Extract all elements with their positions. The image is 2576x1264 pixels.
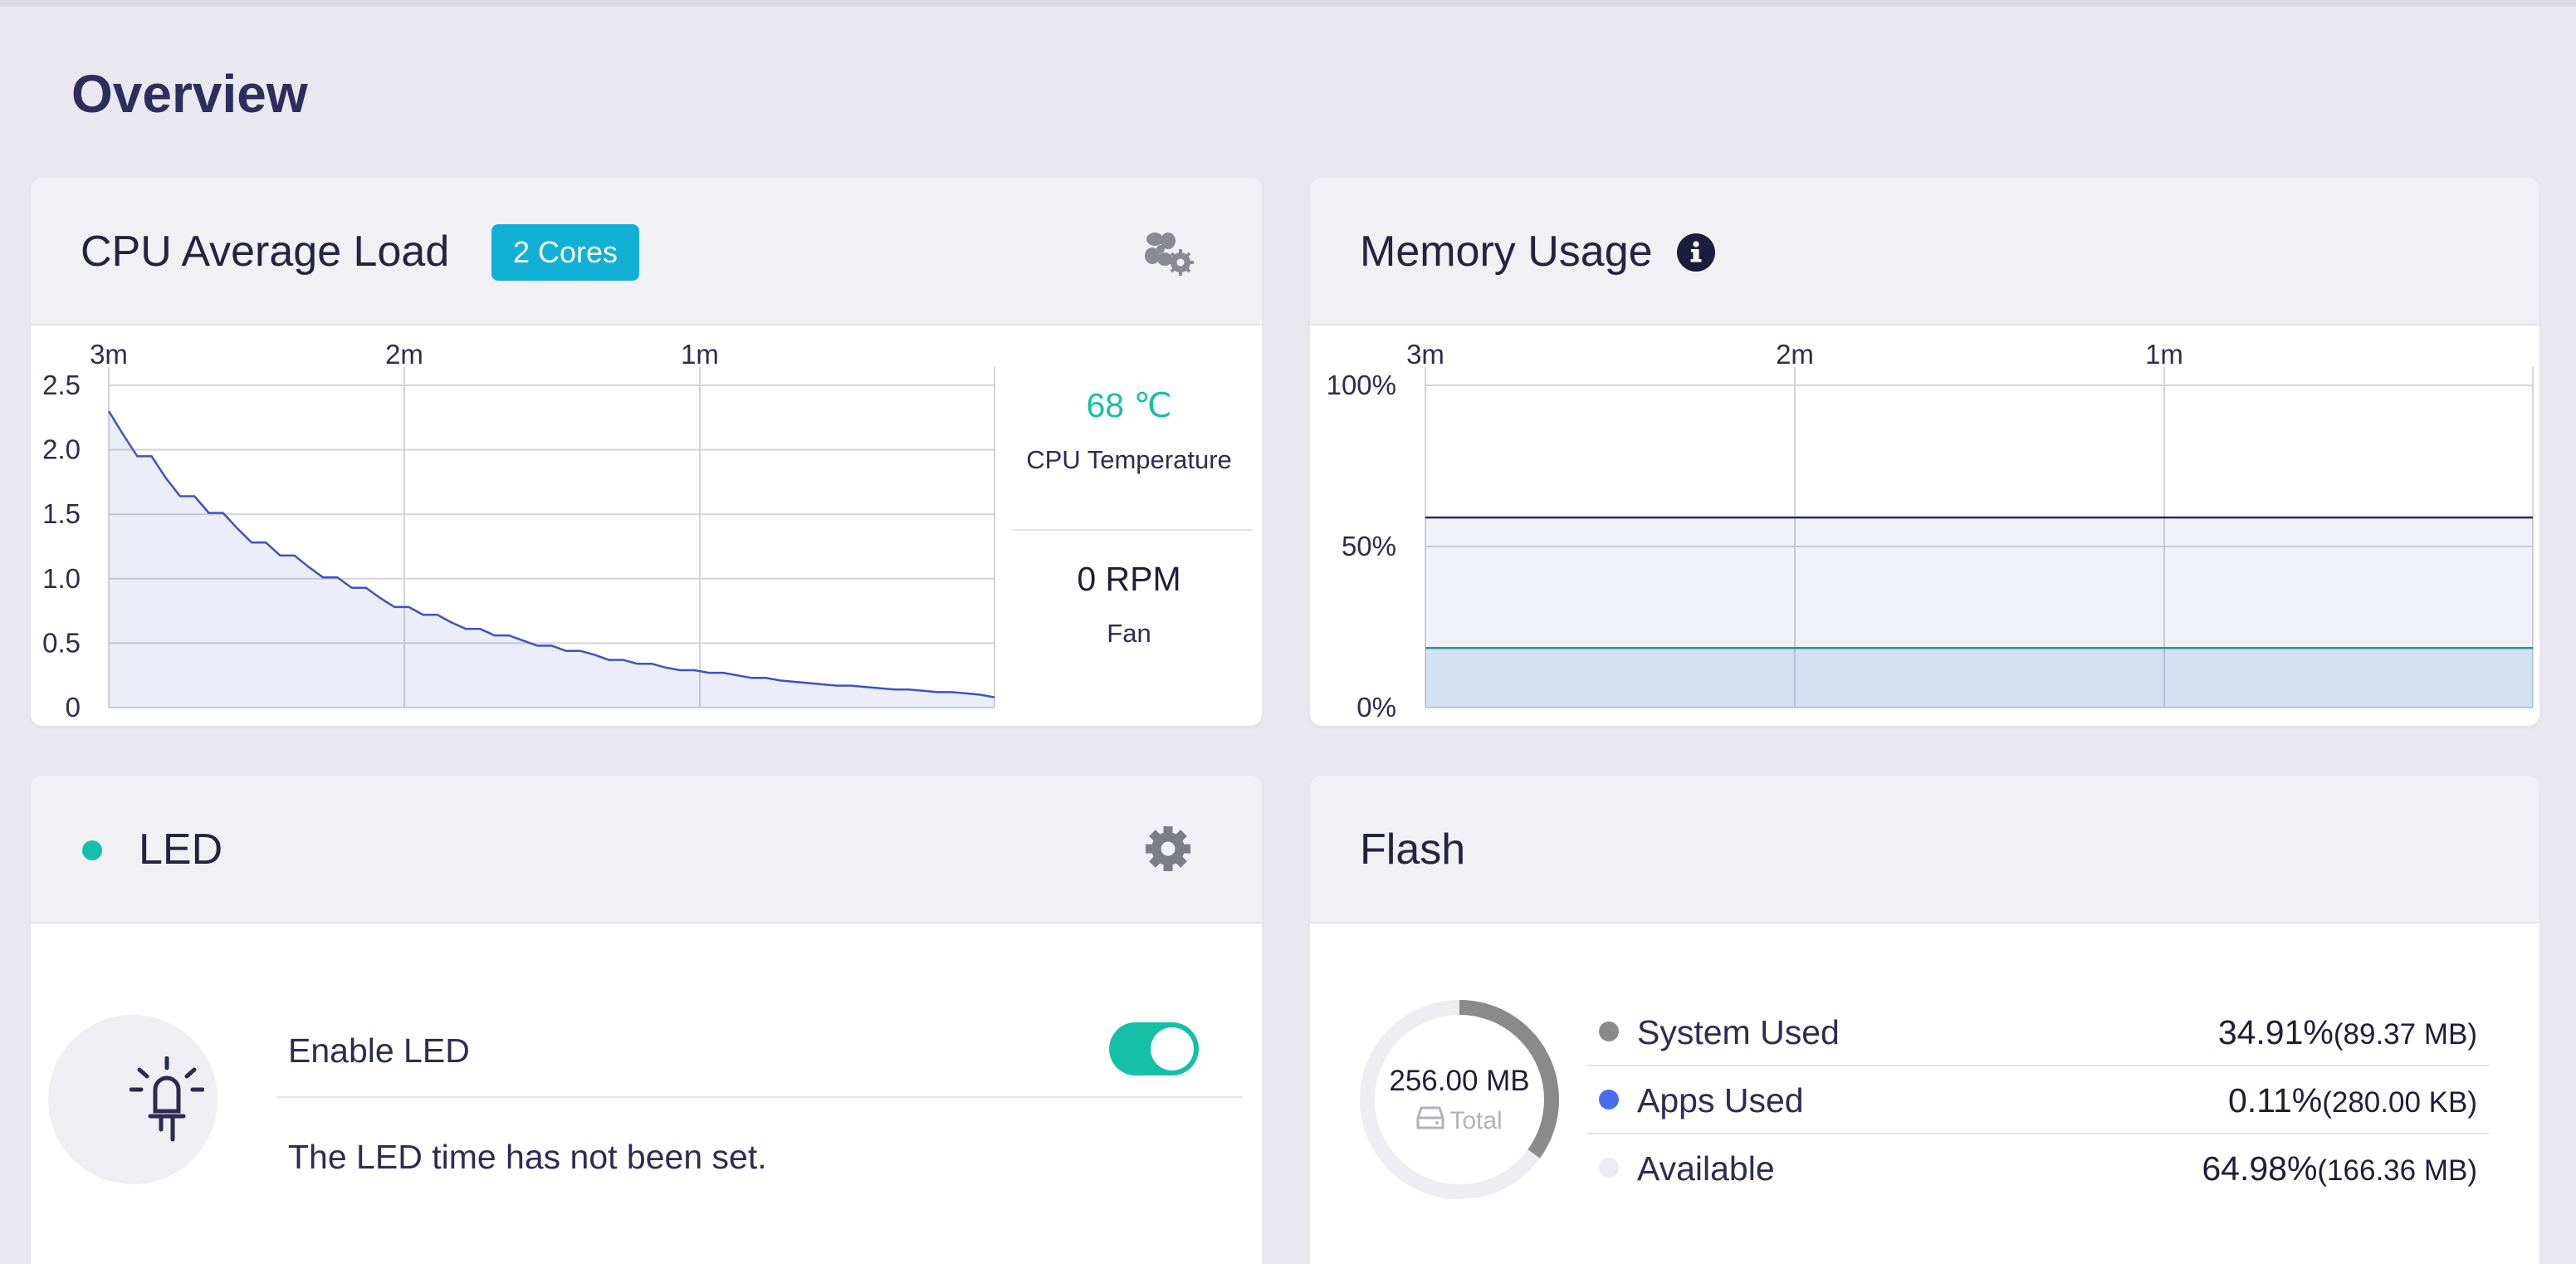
flash-row-apps-used: Apps Used 0.11%(280.00 KB) (1587, 1066, 2489, 1134)
led-card: LED Enable LED The LED time has not been… (31, 776, 1262, 1264)
memory-chart-x-tick-label: 3m (1406, 339, 1444, 370)
flash-total-row: Total (1358, 1106, 1561, 1136)
flash-row-system-used: System Used 34.91%(89.37 MB) (1587, 998, 2489, 1066)
cpu-chart: 2.5 2.0 1.5 1.0 0.5 0 3m 2m 1m (42, 339, 995, 723)
led-settings-gear-icon[interactable] (1144, 825, 1192, 873)
cpu-chart-y-tick-label: 1.5 (42, 498, 81, 529)
info-icon[interactable] (1677, 233, 1715, 272)
cpu-temperature-block: 68 ℃ CPU Temperature (1009, 385, 1249, 475)
led-divider (276, 1096, 1242, 1098)
apps-used-dot (1599, 1090, 1619, 1110)
flash-donut-chart (1360, 1000, 1559, 1199)
cpu-metric-divider (1012, 529, 1253, 531)
led-status-dot (82, 840, 102, 860)
memory-card-title: Memory Usage (1360, 228, 1653, 276)
fan-label: Fan (1107, 619, 1151, 648)
memory-chart: 100% 50% 0% 3m 2m 1m (1327, 339, 2534, 723)
cpu-chart-series-area-0 (109, 411, 995, 708)
toggle-knob (1151, 1027, 1194, 1070)
enable-led-label: Enable LED (288, 1031, 470, 1070)
cpu-temperature-label: CPU Temperature (1026, 445, 1232, 474)
cpu-chart-y-tick-label: 2.5 (42, 370, 81, 400)
memory-chart-x-tick-label: 1m (2145, 339, 2183, 370)
system-used-dot (1599, 1021, 1619, 1041)
led-card-title: LED (139, 826, 223, 874)
fan-block: 0 RPM Fan (1009, 560, 1249, 649)
cpu-card-title: CPU Average Load (81, 228, 450, 276)
apps-used-value: 0.11%(280.00 KB) (2228, 1066, 2477, 1143)
enable-led-toggle[interactable] (1109, 1022, 1199, 1075)
system-used-label: System Used (1637, 1013, 1840, 1051)
cpu-chart-y-tick-label: 0 (66, 692, 81, 723)
cpu-card: CPU Average Load 2.5 2.0 1.5 1.0 0.5 0 3m 2m 1m … (31, 178, 1262, 726)
cpu-chart-x-tick-label: 1m (681, 339, 719, 370)
flash-total-value: 256.00 MB (1389, 1065, 1530, 1097)
fan-value: 0 RPM (1077, 560, 1181, 598)
system-used-value: 34.91%(89.37 MB) (2218, 998, 2477, 1075)
led-message: The LED time has not been set. (288, 1138, 767, 1176)
flash-card-header (1310, 776, 2539, 924)
memory-chart-y-tick-label: 100% (1327, 370, 1396, 400)
flash-row-available: Available 64.98%(166.36 MB) (1587, 1134, 2489, 1203)
available-value: 64.98%(166.36 MB) (2202, 1134, 2477, 1211)
memory-chart-x-tick-label: 2m (1776, 339, 1814, 370)
available-dot (1599, 1158, 1619, 1178)
cpu-chart-y-tick-label: 1.0 (42, 563, 81, 594)
available-percent: 64.98% (2202, 1149, 2318, 1188)
apps-used-percent: 0.11% (2228, 1081, 2323, 1119)
cpu-temperature-value: 68 ℃ (1086, 386, 1172, 424)
hard-drive-icon (1416, 1106, 1444, 1136)
flash-total-label: Total (1449, 1107, 1503, 1135)
available-label: Available (1637, 1149, 1775, 1188)
apps-used-label: Apps Used (1637, 1081, 1804, 1119)
memory-card: Memory Usage 100% 50% 0% 3m 2m 1m (1310, 178, 2539, 726)
cpu-chart-x-tick-label: 2m (385, 339, 423, 370)
cpu-chart-y-tick-label: 2.0 (42, 434, 81, 465)
system-used-size: (89.37 MB) (2333, 1018, 2477, 1051)
memory-chart-y-tick-label: 0% (1356, 692, 1396, 723)
fan-settings-icon[interactable] (1142, 229, 1194, 276)
top-bar (0, 0, 2576, 7)
flash-card-title: Flash (1360, 826, 1466, 874)
memory-chart-y-tick-label: 50% (1342, 531, 1396, 561)
cpu-chart-x-tick-label: 3m (90, 339, 128, 370)
light-bulb-icon (129, 1056, 205, 1148)
cores-badge: 2 Cores (491, 224, 640, 281)
available-size: (166.36 MB) (2317, 1154, 2477, 1187)
apps-used-size: (280.00 KB) (2322, 1086, 2477, 1119)
system-used-percent: 34.91% (2217, 1013, 2334, 1051)
cpu-chart-y-tick-label: 0.5 (42, 627, 81, 658)
page-title: Overview (71, 64, 308, 124)
memory-chart-series-area-1 (1425, 648, 2533, 708)
